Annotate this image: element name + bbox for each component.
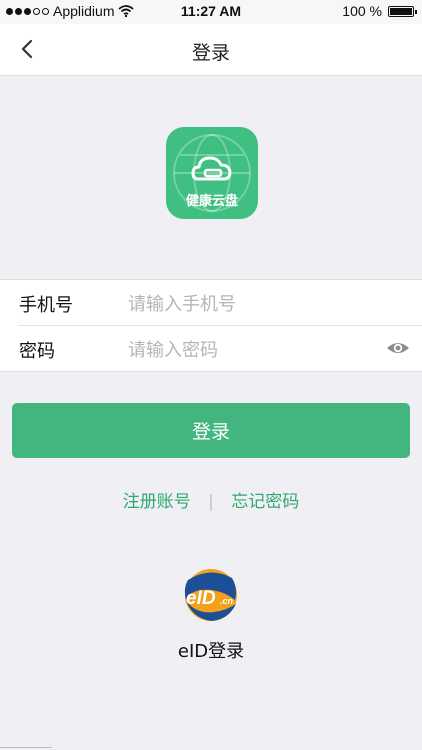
battery-icon: [388, 5, 417, 17]
login-form: 手机号 密码: [0, 279, 422, 372]
password-input[interactable]: [126, 333, 370, 367]
phone-input[interactable]: [126, 287, 370, 321]
phone-label: 手机号: [19, 295, 73, 316]
page-title: 登录: [191, 42, 230, 64]
password-label: 密码: [19, 341, 55, 362]
phone-row: 手机号: [0, 280, 422, 326]
app-logo: 健康云盘: [166, 127, 258, 219]
eid-logo-icon[interactable]: eID .cn: [180, 568, 242, 622]
link-separator: |: [208, 492, 214, 512]
battery-percent: 100 %: [342, 3, 382, 19]
nav-bar: 登录: [0, 24, 422, 76]
links-row: 注册账号 | 忘记密码: [0, 487, 422, 512]
register-link[interactable]: 注册账号: [123, 492, 191, 512]
password-row: 密码: [0, 326, 422, 372]
forgot-password-link[interactable]: 忘记密码: [231, 492, 299, 512]
bottom-divider: [0, 747, 52, 748]
eid-logo-text: eID: [186, 588, 216, 609]
battery-level: [390, 7, 412, 15]
battery-group: 100 %: [342, 3, 417, 19]
status-bar: Applidium 11:27 AM 100 %: [0, 0, 422, 24]
login-button[interactable]: 登录: [12, 403, 410, 458]
eye-icon[interactable]: [386, 338, 410, 358]
eid-login-label[interactable]: eID登录: [0, 637, 422, 663]
logo-text: 健康云盘: [185, 194, 238, 209]
eid-logo-suffix: .cn: [220, 596, 234, 606]
